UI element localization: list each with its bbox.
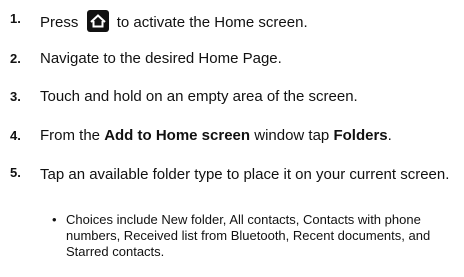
bullet-marker: •	[52, 212, 57, 227]
step-text-middle: window tap	[254, 127, 330, 144]
step-text: Navigate to the desired Home Page.	[40, 50, 282, 67]
step-number: 1.	[10, 11, 21, 26]
step-number: 2.	[10, 51, 21, 66]
step-text: From the Add to Home screen window tap F…	[40, 127, 392, 145]
window-name: Add to Home screen	[104, 127, 251, 144]
step-number: 4.	[10, 128, 21, 143]
step-text: Touch and hold on an empty area of the s…	[40, 88, 358, 105]
folders-option: Folders	[333, 127, 388, 144]
instructions-page: 1. Press to activate the Home screen. 2.…	[0, 0, 464, 277]
bullet-text: Choices include New folder, All contacts…	[66, 212, 431, 259]
step-text-suffix: .	[387, 127, 392, 144]
step-number: 3.	[10, 89, 21, 104]
step-text-before-icon: Press	[40, 14, 79, 31]
step-text-prefix: From the	[40, 127, 101, 144]
step-text: Press to activate the Home screen.	[40, 10, 308, 32]
home-icon	[86, 10, 109, 32]
step-number: 5.	[10, 165, 21, 180]
step-text-after-icon: to activate the Home screen.	[116, 14, 308, 31]
step-text: Tap an available folder type to place it…	[40, 166, 450, 183]
